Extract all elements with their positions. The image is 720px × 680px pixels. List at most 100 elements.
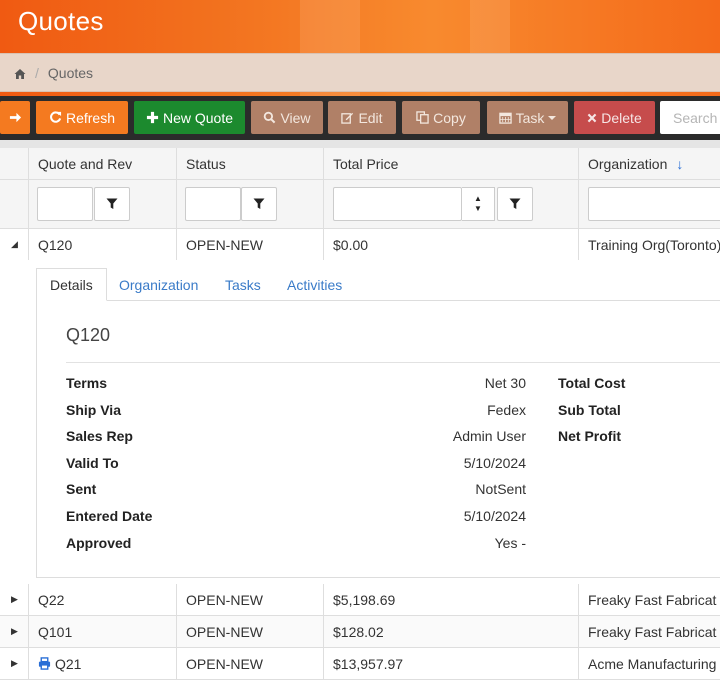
refresh-icon xyxy=(50,111,62,123)
filter-icon xyxy=(253,198,265,209)
filter-cell-organization xyxy=(578,180,720,228)
cell-status: OPEN-NEW xyxy=(176,616,324,647)
copy-button[interactable]: Copy xyxy=(402,101,480,134)
breadcrumb-separator: / xyxy=(35,64,39,81)
filter-input-organization[interactable] xyxy=(588,187,720,221)
cell-organization: Training Org(Toronto) xyxy=(578,229,720,260)
plus-icon xyxy=(146,111,159,124)
cell-quote: Q22 xyxy=(28,584,177,615)
summary-label: Sub Total xyxy=(558,402,621,418)
field-label: Ship Via xyxy=(66,402,121,418)
cell-status: OPEN-NEW xyxy=(176,648,324,679)
triangle-down-icon: ◢ xyxy=(11,239,18,249)
filter-button-status[interactable] xyxy=(241,187,277,221)
edit-label: Edit xyxy=(358,109,383,126)
filter-icon xyxy=(509,198,521,209)
toolbar: Refresh New Quote View Edit Copy Task De… xyxy=(0,96,720,140)
refresh-button[interactable]: Refresh xyxy=(36,101,128,134)
delete-label: Delete xyxy=(601,109,642,126)
cell-organization: Freaky Fast Fabricat xyxy=(578,584,720,615)
field-value: 5/10/2024 xyxy=(463,455,526,471)
column-header-label: Quote and Rev xyxy=(38,155,133,172)
table-row[interactable]: ▶ Q21 OPEN-NEW $13,957.97 Acme Manufactu… xyxy=(0,648,720,680)
column-header-quote[interactable]: Quote and Rev xyxy=(28,148,177,179)
detail-tabs: Details Organization Tasks Activities xyxy=(36,264,720,301)
stepper-down-icon[interactable]: ▼ xyxy=(474,204,482,214)
expand-row-toggle[interactable]: ▶ xyxy=(0,584,29,615)
filter-input-status[interactable] xyxy=(185,187,241,221)
search-icon xyxy=(264,111,276,124)
table-row[interactable]: ◢ Q120 OPEN-NEW $0.00 Training Org(Toron… xyxy=(0,229,720,261)
column-header-label: Organization xyxy=(588,155,668,172)
table-row[interactable]: ▶ Q22 OPEN-NEW $5,198.69 Freaky Fast Fab… xyxy=(0,584,720,616)
tab-organization[interactable]: Organization xyxy=(119,270,198,300)
field-label: Sales Rep xyxy=(66,428,133,444)
field-value: Fedex xyxy=(487,402,526,418)
grid-header-row: Quote and Rev Status Total Price Organiz… xyxy=(0,148,720,180)
new-quote-button[interactable]: New Quote xyxy=(134,101,245,134)
filter-button-quote[interactable] xyxy=(94,187,130,221)
sort-descending-icon: ↓ xyxy=(676,155,684,172)
cell-organization: Freaky Fast Fabricat xyxy=(578,616,720,647)
quotes-grid-lower: ▶ Q22 OPEN-NEW $5,198.69 Freaky Fast Fab… xyxy=(0,584,720,680)
table-row[interactable]: ▶ Q101 OPEN-NEW $128.02 Freaky Fast Fabr… xyxy=(0,616,720,648)
cell-quote: Q21 xyxy=(28,648,177,679)
tab-details[interactable]: Details xyxy=(36,268,107,301)
cell-quote: Q101 xyxy=(28,616,177,647)
column-header-status[interactable]: Status xyxy=(176,148,324,179)
forward-button[interactable] xyxy=(0,101,30,134)
new-quote-label: New Quote xyxy=(162,109,234,126)
cell-quote-text: Q21 xyxy=(55,655,82,672)
refresh-label: Refresh xyxy=(65,109,116,126)
task-label: Task xyxy=(515,109,545,126)
quote-detail-title: Q120 xyxy=(66,325,111,345)
edit-button[interactable]: Edit xyxy=(328,101,396,134)
search-placeholder: Search xyxy=(673,109,718,126)
delete-button[interactable]: Delete xyxy=(574,101,655,134)
view-button[interactable]: View xyxy=(251,101,323,134)
triangle-right-icon: ▶ xyxy=(11,626,18,636)
cell-quote: Q120 xyxy=(28,229,177,260)
collapse-row-toggle[interactable]: ◢ xyxy=(0,229,29,260)
filter-button-total-price[interactable] xyxy=(497,187,533,221)
filter-input-quote[interactable] xyxy=(37,187,93,221)
task-dropdown-button[interactable]: Task xyxy=(487,101,568,134)
field-value: 5/10/2024 xyxy=(463,508,526,524)
summary-label: Total Cost xyxy=(558,375,626,391)
cell-organization: Acme Manufacturing xyxy=(578,648,720,679)
home-icon[interactable] xyxy=(14,67,26,79)
field-label: Terms xyxy=(66,375,107,391)
column-header-total-price[interactable]: Total Price xyxy=(323,148,579,179)
tab-activities[interactable]: Activities xyxy=(287,270,342,300)
expand-row-toggle[interactable]: ▶ xyxy=(0,616,29,647)
cell-total-price: $128.02 xyxy=(323,616,579,647)
field-value: NotSent xyxy=(475,481,526,497)
column-header-label: Total Price xyxy=(333,155,399,172)
print-icon[interactable] xyxy=(38,657,51,670)
view-label: View xyxy=(280,109,311,126)
field-value: Yes - xyxy=(494,535,526,551)
cell-status: OPEN-NEW xyxy=(176,584,324,615)
stepper-up-icon[interactable]: ▲ xyxy=(474,194,482,204)
breadcrumb: / Quotes xyxy=(0,53,720,92)
grid-filter-row: ▲ ▼ xyxy=(0,180,720,229)
expand-row-toggle[interactable]: ▶ xyxy=(0,648,29,679)
filter-input-total-price[interactable] xyxy=(333,187,462,221)
column-header-label: Status xyxy=(186,155,226,172)
caret-down-icon xyxy=(548,115,557,120)
field-label: Entered Date xyxy=(66,508,153,524)
summary-label: Net Profit xyxy=(558,428,621,444)
field-label: Approved xyxy=(66,535,132,551)
search-input[interactable]: Search xyxy=(660,101,720,134)
filter-cell-status xyxy=(176,180,324,228)
triangle-right-icon: ▶ xyxy=(11,594,18,604)
copy-label: Copy xyxy=(433,109,466,126)
tab-tasks[interactable]: Tasks xyxy=(225,270,261,300)
field-value: Admin User xyxy=(452,428,526,444)
cell-status: OPEN-NEW xyxy=(176,229,324,260)
expand-column-header xyxy=(0,148,29,179)
arrow-right-icon xyxy=(9,112,21,123)
number-stepper[interactable]: ▲ ▼ xyxy=(462,187,495,221)
cell-total-price: $0.00 xyxy=(323,229,579,260)
column-header-organization[interactable]: Organization ↓ xyxy=(578,148,720,179)
